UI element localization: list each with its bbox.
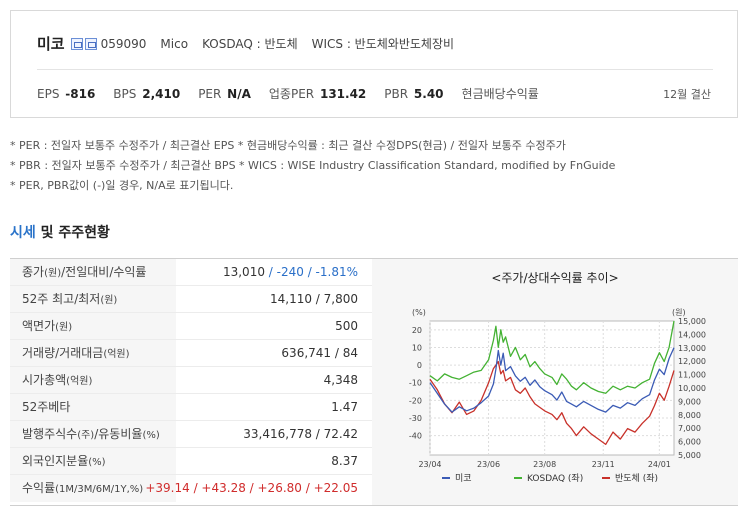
settlement-month: 12월 결산	[663, 88, 711, 101]
row-value: 14,110 / 7,800	[269, 292, 358, 306]
y-right-tick-label: 10,000	[678, 384, 706, 393]
section-title: 시세 및 주주현황	[10, 222, 110, 242]
row-label: 액면가(원)	[10, 313, 176, 339]
document-icon[interactable]	[84, 37, 97, 50]
table-row: 액면가(원) 500	[10, 313, 372, 340]
row-label: 발행주식수(주)/유동비율(%)	[10, 421, 176, 447]
y-left-tick-label: -20	[409, 396, 422, 405]
row-value: 33,416,778 / 72.42	[243, 427, 358, 441]
row-value: 4,348	[323, 373, 358, 387]
y-right-tick-label: 15,000	[678, 317, 706, 326]
table-row: 52주베타 1.47	[10, 394, 372, 421]
y-right-tick-label: 14,000	[678, 330, 706, 339]
table-row: 발행주식수(주)/유동비율(%) 33,416,778 / 72.42	[10, 421, 372, 448]
y-right-tick-label: 12,000	[678, 357, 706, 366]
stats-row: EPS -816 BPS 2,410 PER N/A 업종PER 131.42 …	[37, 85, 557, 102]
section-title-accent: 시세	[10, 225, 36, 241]
row-value: 8.37	[331, 454, 358, 468]
row-label: 종가(원)/전일대비/수익률	[10, 259, 176, 285]
footnote: * PBR : 전일자 보통주 수정주가 / 최근결산 BPS * WICS :…	[10, 159, 616, 172]
y-left-tick-label: 0	[417, 361, 422, 370]
table-row: 종가(원)/전일대비/수익률 13,010 / -240 / -1.81%	[10, 259, 372, 286]
price-chart: 20 10 0 -10 -20 -30 -40 15,000 14,000 13,000 12,00…	[409, 308, 706, 484]
y-right-tick-label: 8,000	[678, 411, 701, 420]
table-row: 외국인지분율(%) 8.37	[10, 448, 372, 475]
legend-label: 미코	[455, 473, 472, 484]
chart-panel: <주가/상대수익률 추이> 20 10 0 -10 -20 -30 -40 15,000 14,…	[372, 258, 738, 506]
market-sector: KOSDAQ : 반도체	[202, 37, 298, 51]
x-tick-label: 23/04	[418, 460, 441, 469]
y-right-tick-label: 7,000	[678, 424, 701, 433]
row-value: 13,010 / -240 / -1.81%	[222, 265, 358, 279]
y-right-tick-label: 6,000	[678, 438, 701, 447]
stock-code: 059090	[100, 36, 147, 51]
row-label: 거래량/거래대금(억원)	[10, 340, 176, 366]
table-row: 52주 최고/최저(원) 14,110 / 7,800	[10, 286, 372, 313]
y-right-unit: (원)	[672, 308, 686, 317]
y-left-tick-label: -30	[409, 414, 422, 423]
wics-sector: WICS : 반도체와반도체장비	[311, 37, 455, 51]
legend-label: KOSDAQ (좌)	[527, 473, 583, 484]
company-title-row: 미코 059090 Mico KOSDAQ : 반도체 WICS : 반도체와반…	[37, 33, 454, 54]
table-row: 거래량/거래대금(억원) 636,741 / 84	[10, 340, 372, 367]
table-row: 시가총액(억원) 4,348	[10, 367, 372, 394]
row-label: 시가총액(억원)	[10, 367, 176, 393]
industry-per-stat: 업종PER 131.42	[268, 87, 367, 101]
dividend-yield-stat: 현금배당수익률	[461, 87, 539, 101]
building-icon[interactable]	[70, 37, 83, 50]
y-left-tick-label: -10	[409, 379, 422, 388]
company-header: 미코 059090 Mico KOSDAQ : 반도체 WICS : 반도체와반…	[10, 10, 738, 118]
row-value: 1.47	[331, 400, 358, 414]
bps-stat: BPS 2,410	[113, 87, 181, 101]
y-left-tick-label: -40	[409, 432, 422, 441]
y-right-tick-label: 5,000	[678, 451, 701, 460]
row-value: 500	[335, 319, 358, 333]
footnote: * PER : 전일자 보통주 수정주가 / 최근결산 EPS * 현금배당수익…	[10, 139, 566, 152]
eps-stat: EPS -816	[37, 87, 96, 101]
row-label: 52주베타	[10, 394, 176, 420]
row-label: 외국인지분율(%)	[10, 448, 176, 474]
y-left-tick-label: 10	[412, 343, 422, 352]
table-row: 수익률(1M/3M/6M/1Y,%) +39.14 / +43.28 / +26…	[10, 475, 372, 502]
x-tick-label: 23/06	[477, 460, 500, 469]
x-tick-label: 23/08	[533, 460, 556, 469]
row-value: +39.14 / +43.28 / +26.80 / +22.05	[145, 481, 358, 495]
x-tick-label: 23/11	[592, 460, 615, 469]
market-info-table: 종가(원)/전일대비/수익률 13,010 / -240 / -1.81% 52…	[10, 258, 372, 506]
row-label: 52주 최고/최저(원)	[10, 286, 176, 312]
company-name: 미코	[37, 35, 65, 53]
x-tick-label: 24/01	[648, 460, 671, 469]
row-value: 636,741 / 84	[281, 346, 358, 360]
y-right-tick-label: 9,000	[678, 397, 701, 406]
header-divider	[37, 69, 713, 70]
plot-area	[429, 320, 675, 456]
y-right-tick-label: 13,000	[678, 344, 706, 353]
pbr-stat: PBR 5.40	[384, 87, 444, 101]
english-name: Mico	[160, 36, 189, 51]
footnotes: * PER : 전일자 보통주 수정주가 / 최근결산 EPS * 현금배당수익…	[10, 136, 615, 196]
section-title-rest: 및 주주현황	[35, 225, 110, 241]
per-stat: PER N/A	[198, 87, 251, 101]
footnote: * PER, PBR값이 (-)일 경우, N/A로 표기됩니다.	[10, 179, 234, 192]
price-change: / -240 / -1.81%	[264, 265, 358, 279]
y-right-tick-label: 11,000	[678, 371, 706, 380]
y-left-unit: (%)	[412, 308, 426, 317]
y-left-tick-label: 20	[412, 326, 422, 335]
legend-label: 반도체 (좌)	[615, 473, 658, 484]
